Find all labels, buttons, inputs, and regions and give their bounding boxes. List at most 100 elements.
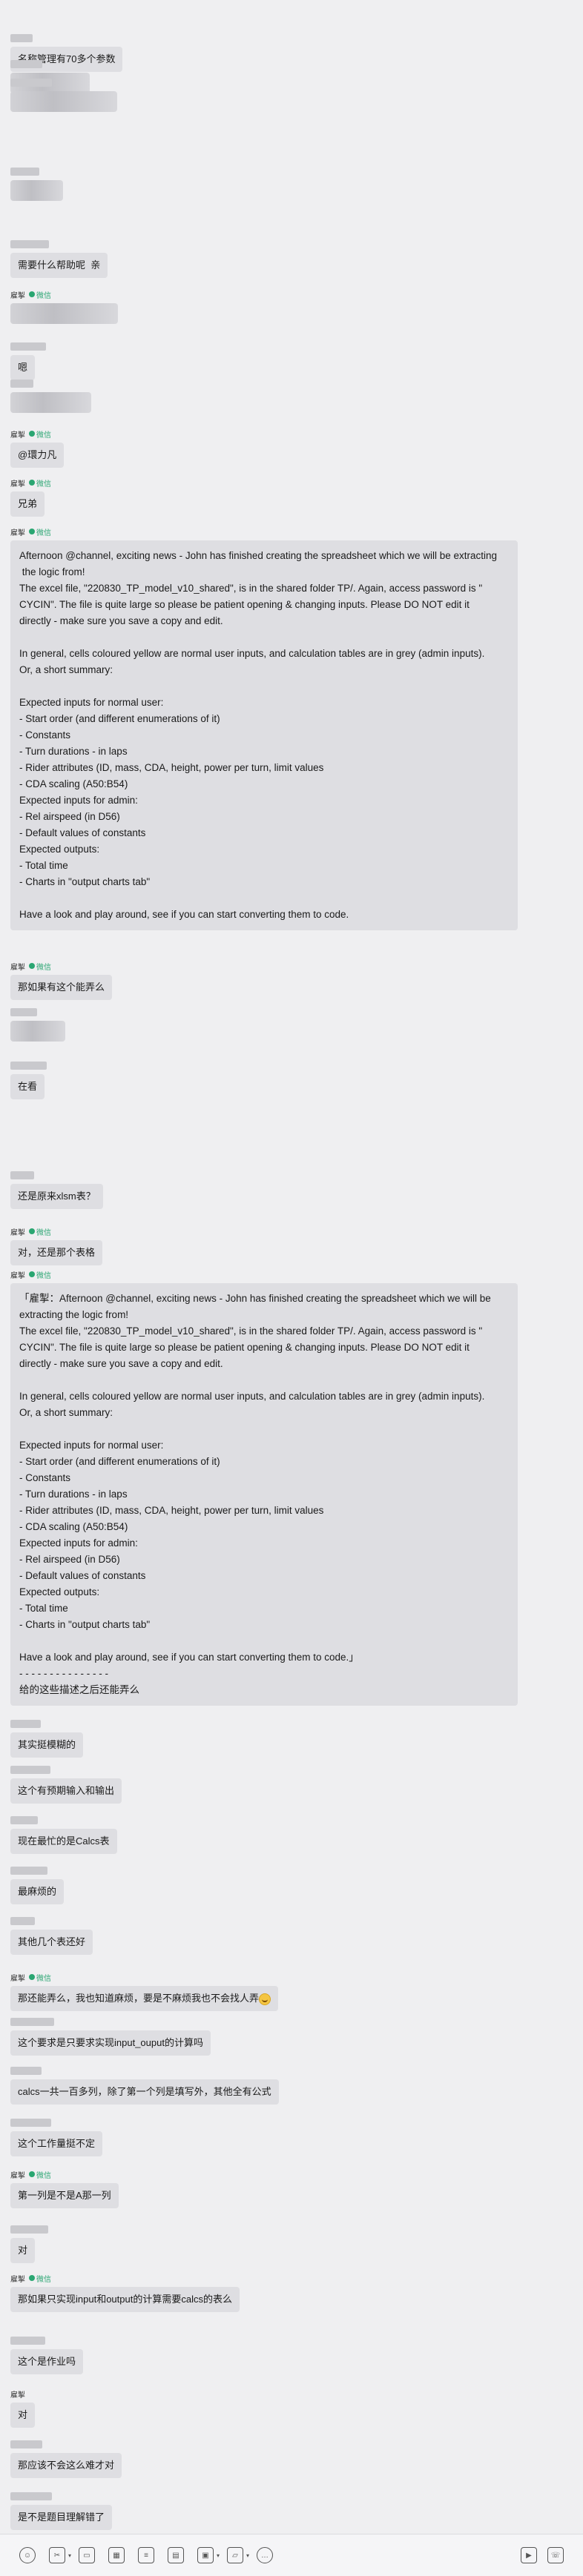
sender-name[interactable]: 雇掣 — [10, 2388, 25, 2400]
message-bubble[interactable]: 第一列是不是A那一列 — [10, 2183, 119, 2208]
wechat-icon — [29, 431, 35, 437]
message-row: 这个要求是只要求实现input_ouput的计算吗 — [10, 2016, 211, 2056]
card-icon[interactable]: ▤ — [168, 2547, 184, 2563]
chevron-down-icon[interactable]: ▾ — [246, 2552, 249, 2559]
message-row: 这个是作业吗 — [10, 2335, 84, 2374]
sender-name-redacted — [10, 2225, 48, 2234]
sender-line: 雇掣 微信 — [10, 1972, 278, 1983]
message-bubble[interactable]: 「雇掣：Afternoon @channel, exciting news - … — [10, 1283, 518, 1706]
sender-name[interactable]: 雇掣 — [10, 1269, 25, 1280]
message-bubble[interactable]: 这个是作业吗 — [10, 2349, 84, 2374]
message-bubble[interactable]: 还是原来xlsm表？ — [10, 1184, 103, 1209]
message-bubble[interactable]: calcs一共一百多列，除了第一个列是填写外，其他全有公式 — [10, 2079, 279, 2105]
message-bubble[interactable]: 其他几个表还好 — [10, 1930, 93, 1955]
sender-name-redacted — [10, 239, 49, 248]
message-bubble[interactable]: 需要什么帮助呢 亲 — [10, 253, 108, 278]
message-bubble[interactable]: 对 — [10, 2238, 36, 2263]
message-bubble[interactable]: 现在最忙的是Calcs表 — [10, 1829, 117, 1854]
toolbar-right: ▶ ☏ — [521, 2547, 564, 2563]
document-icon[interactable]: ≡ — [138, 2547, 154, 2563]
sender-name-redacted — [10, 2017, 54, 2026]
message-row: 嗯 — [10, 341, 46, 380]
chat-history[interactable]: 名称管理有70多个参数 需要什么帮助呢 亲雇掣 微信嗯雇掣 微信 @環力凡 雇掣 微信 兄弟雇… — [0, 0, 583, 2534]
sender-name[interactable]: 雇掣 — [10, 2169, 25, 2180]
message-bubble[interactable]: 最麻烦的 — [10, 1879, 65, 1904]
badge-label: 微信 — [36, 963, 51, 972]
call-icon[interactable]: ☏ — [547, 2547, 564, 2563]
message-bubble[interactable]: 这个要求是只要求实现input_ouput的计算吗 — [10, 2030, 211, 2056]
wechat-badge: 微信 — [29, 1269, 51, 1280]
message-bubble[interactable]: 嗯 — [10, 355, 36, 380]
message-bubble[interactable]: 这个有预期输入和输出 — [10, 1778, 122, 1804]
sender-name[interactable]: 雇掣 — [10, 289, 25, 300]
badge-label: 微信 — [36, 1271, 51, 1280]
wechat-icon — [29, 2171, 35, 2177]
message-bubble[interactable]: 其实挺模糊的 — [10, 1732, 84, 1758]
message-bubble[interactable]: 对 — [10, 2403, 36, 2428]
sender-name[interactable]: 雇掣 — [10, 526, 25, 537]
redacted-content — [10, 1021, 65, 1042]
sender-name[interactable]: 雇掣 — [10, 961, 25, 972]
redacted-content — [10, 91, 117, 112]
message-row: 雇掣 微信第一列是不是A那一列 — [10, 2169, 119, 2208]
wechat-badge: 微信 — [29, 2273, 51, 2284]
badge-label: 微信 — [36, 529, 51, 537]
sender-name-redacted — [10, 33, 33, 42]
sender-name[interactable]: 雇掣 — [10, 1972, 25, 1983]
badge-label: 微信 — [36, 431, 51, 440]
sender-name-redacted — [10, 78, 52, 87]
wechat-badge: 微信 — [29, 526, 51, 537]
folder-icon[interactable]: ▭ — [79, 2547, 95, 2563]
sender-line — [10, 1764, 122, 1775]
sender-line: 雇掣 微信 — [10, 961, 112, 972]
sender-line — [10, 33, 122, 43]
sender-name-redacted — [10, 2491, 52, 2500]
sender-name[interactable]: 雇掣 — [10, 2273, 25, 2284]
sender-line: 雇掣 — [10, 2388, 35, 2400]
message-row: 雇掣 微信 兄弟 — [10, 477, 51, 517]
facepalm-emoji-icon — [259, 1993, 271, 2005]
sender-line — [10, 341, 46, 351]
message-bubble[interactable]: 那如果有这个能弄么 — [10, 975, 113, 1000]
sender-line — [10, 2224, 48, 2234]
message-bubble[interactable]: 在看 — [10, 1074, 45, 1099]
wechat-icon — [29, 529, 35, 534]
wechat-badge: 微信 — [29, 2169, 51, 2180]
wechat-badge: 微信 — [29, 428, 51, 440]
sender-line — [10, 59, 90, 69]
message-bubble[interactable]: Afternoon @channel, exciting news - John… — [10, 540, 518, 930]
wechat-icon — [29, 1228, 35, 1234]
folder2-icon[interactable]: ▱ ▾ — [227, 2547, 249, 2563]
chevron-down-icon[interactable]: ▾ — [217, 2552, 220, 2559]
sender-name-redacted — [10, 1007, 37, 1016]
sender-name[interactable]: 雇掣 — [10, 1226, 25, 1237]
message-bubble[interactable]: 那如果只实现input和output的计算需要calcs的表么 — [10, 2287, 240, 2312]
message-row: 雇掣 微信 — [10, 289, 118, 324]
emoji-icon[interactable]: ☺ — [19, 2547, 36, 2563]
message-bubble[interactable]: 那应该不会这么难才对 — [10, 2453, 122, 2478]
scissors-icon[interactable]: ✂ ▾ — [49, 2547, 71, 2563]
image-icon[interactable]: ▦ — [108, 2547, 125, 2563]
wechat-badge: 微信 — [29, 961, 51, 972]
message-bubble[interactable]: 那还能弄么，我也知道麻烦，要是不麻烦我也不会找人弄 — [10, 1986, 279, 2011]
gallery-icon[interactable]: ▣ ▾ — [197, 2547, 220, 2563]
message-bubble[interactable]: @環力凡 — [10, 443, 65, 468]
message-row — [10, 77, 117, 112]
message-bubble[interactable]: 对，还是那个表格 — [10, 1240, 103, 1265]
video-icon[interactable]: ▶ — [521, 2547, 537, 2563]
message-row: 雇掣 微信 Afternoon @channel, exciting news - … — [10, 526, 518, 930]
sender-name-redacted — [10, 1916, 35, 1925]
message-bubble[interactable]: 兄弟 — [10, 491, 45, 517]
wechat-icon — [29, 480, 35, 486]
sender-line — [10, 2491, 112, 2501]
message-row: 雇掣 微信那还能弄么，我也知道麻烦，要是不麻烦我也不会找人弄 — [10, 1972, 279, 2011]
message-bubble[interactable]: 是不是题目理解错了 — [10, 2505, 113, 2530]
sender-line — [10, 2016, 211, 2027]
bubble-icon[interactable]: … — [257, 2547, 273, 2563]
chevron-down-icon[interactable]: ▾ — [68, 2552, 71, 2559]
sender-name[interactable]: 雇掣 — [10, 477, 25, 489]
sender-line — [10, 2335, 83, 2345]
message-bubble[interactable]: 这个工作量挺不定 — [10, 2131, 103, 2156]
sender-name-redacted — [10, 1765, 50, 1774]
sender-name[interactable]: 雇掣 — [10, 428, 25, 440]
